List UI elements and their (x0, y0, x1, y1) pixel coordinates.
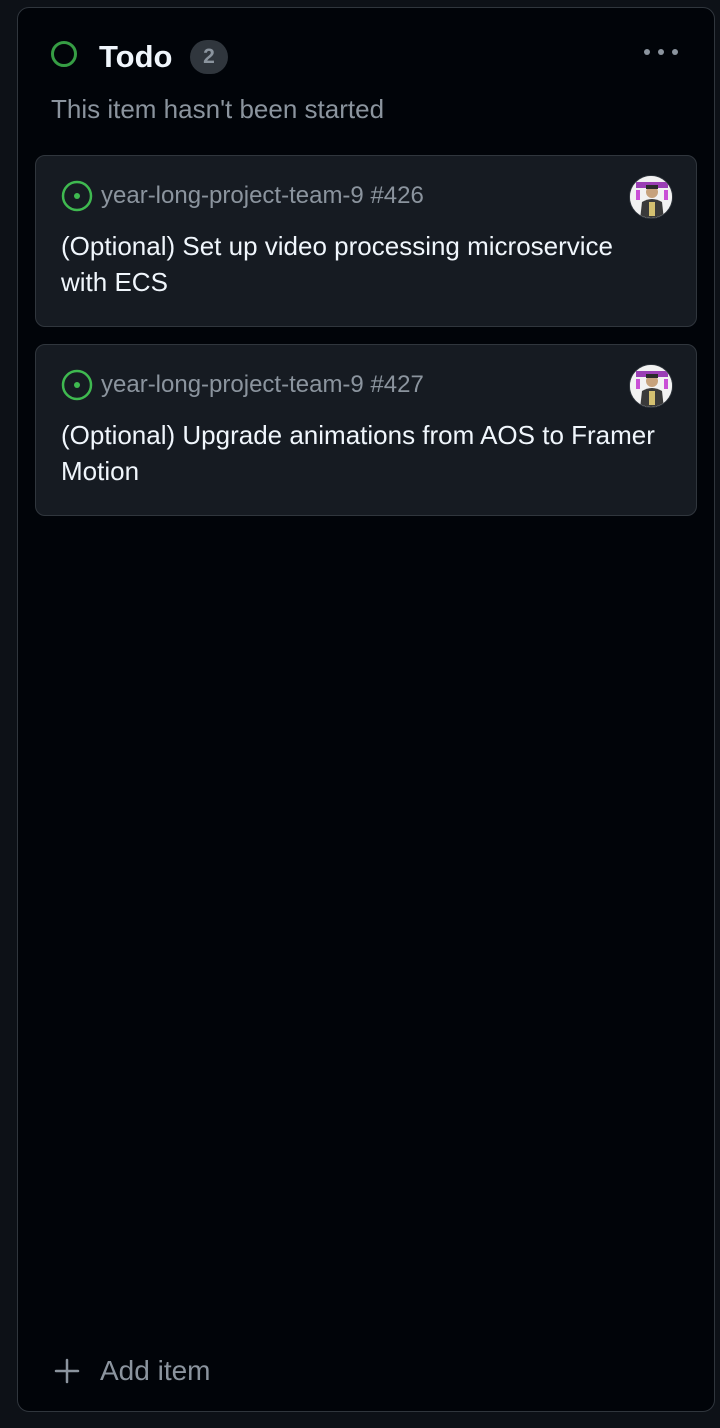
assignee-avatar[interactable] (629, 175, 673, 219)
card-repo-reference[interactable]: year-long-project-team-9 #426 (101, 180, 424, 212)
add-item-label: Add item (100, 1355, 211, 1386)
card-meta: year-long-project-team-9 #427 (61, 369, 424, 401)
column-header: Todo 2 This item hasn't been started (18, 8, 714, 148)
column-options-button[interactable] (634, 34, 688, 70)
kebab-horizontal-icon (644, 49, 678, 55)
avatar-image (630, 176, 672, 218)
issue-opened-icon (61, 369, 93, 401)
item-count-badge: 2 (190, 40, 228, 74)
card-title[interactable]: (Optional) Upgrade animations from AOS t… (61, 417, 661, 489)
column-title: Todo (99, 39, 173, 74)
add-item-button[interactable]: Add item (53, 1353, 211, 1389)
card-meta: year-long-project-team-9 #426 (61, 180, 424, 212)
card-repo-reference[interactable]: year-long-project-team-9 #427 (101, 369, 424, 401)
status-circle-icon (51, 41, 77, 67)
issue-card[interactable]: year-long-project-team-9 #427 (Optional)… (35, 344, 697, 516)
assignee-avatar[interactable] (629, 364, 673, 408)
board-column-todo: Todo 2 This item hasn't been started yea… (17, 7, 715, 1412)
issue-card[interactable]: year-long-project-team-9 #426 (Optional)… (35, 155, 697, 327)
plus-icon (54, 1358, 80, 1384)
issue-opened-icon (61, 180, 93, 212)
avatar-image (630, 365, 672, 407)
card-title[interactable]: (Optional) Set up video processing micro… (61, 228, 661, 300)
column-description: This item hasn't been started (51, 94, 385, 124)
